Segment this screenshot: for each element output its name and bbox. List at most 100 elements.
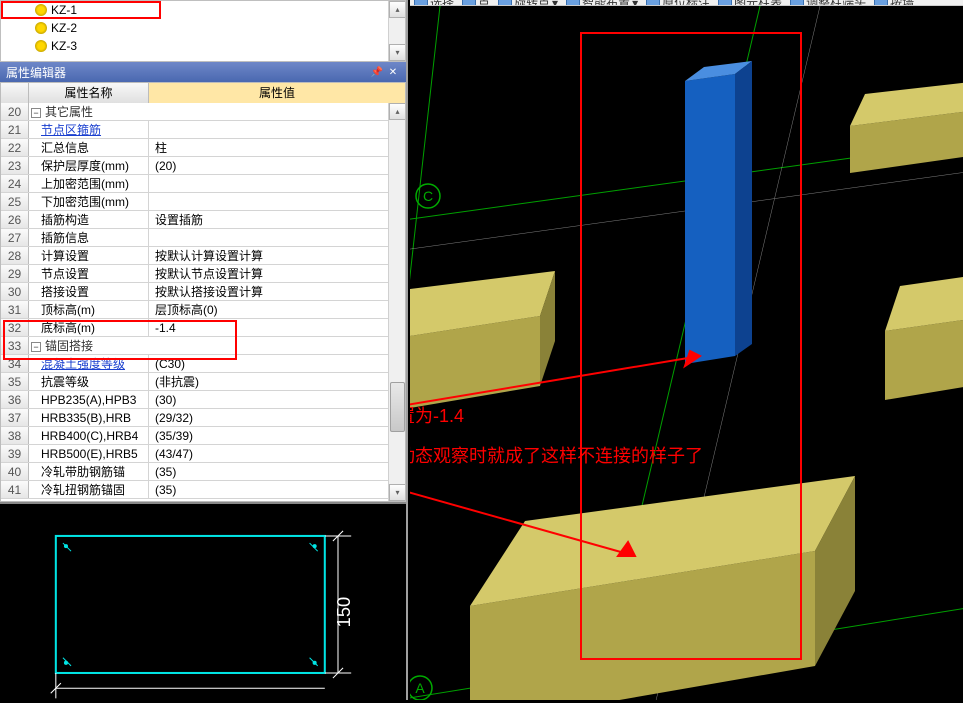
row-number: 24 (1, 175, 29, 192)
property-row[interactable]: 26插筋构造设置插筋 (1, 211, 405, 229)
foundation-block (410, 271, 555, 408)
property-value[interactable]: (43/47) (149, 445, 405, 462)
row-number: 35 (1, 373, 29, 390)
tree-item-kz1[interactable]: KZ-1 (1, 1, 405, 19)
property-name: 底标高(m) (29, 319, 149, 336)
property-value[interactable]: 柱 (149, 139, 405, 156)
row-number: 27 (1, 229, 29, 246)
property-row[interactable]: 31顶标高(m)层顶标高(0) (1, 301, 405, 319)
property-row[interactable]: 32底标高(m)-1.4 (1, 319, 405, 337)
row-number: 32 (1, 319, 29, 336)
foundation-block (850, 81, 963, 173)
axis-mark-c: C (423, 188, 433, 204)
property-row[interactable]: 29节点设置按默认节点设置计算 (1, 265, 405, 283)
property-value[interactable]: (非抗震) (149, 373, 405, 390)
row-number: 28 (1, 247, 29, 264)
property-name: HRB500(E),HRB5 (29, 445, 149, 462)
property-name: 汇总信息 (29, 139, 149, 156)
property-row[interactable]: 30搭接设置按默认搭接设置计算 (1, 283, 405, 301)
tree-scrollbar[interactable]: ▴ ▾ (388, 1, 405, 61)
property-row[interactable]: 28计算设置按默认计算设置计算 (1, 247, 405, 265)
property-name: 冷轧扭钢筋锚固 (29, 481, 149, 498)
collapse-icon[interactable]: − (31, 108, 41, 118)
property-row[interactable]: 27插筋信息 (1, 229, 405, 247)
row-number: 22 (1, 139, 29, 156)
property-value[interactable]: (35/39) (149, 427, 405, 444)
property-value[interactable]: (29/32) (149, 409, 405, 426)
scroll-down-button[interactable]: ▾ (389, 484, 406, 501)
property-editor-title: 属性编辑器 (6, 64, 66, 81)
collapse-icon[interactable]: − (31, 342, 41, 352)
property-name: 抗震等级 (29, 373, 149, 390)
row-number: 38 (1, 427, 29, 444)
3d-scene[interactable]: C A (410, 6, 963, 700)
scroll-thumb[interactable] (390, 382, 405, 432)
row-number: 20 (1, 103, 29, 120)
property-name: HPB235(A),HPB3 (29, 391, 149, 408)
axis-mark-a: A (415, 680, 425, 696)
row-number: 21 (1, 121, 29, 138)
property-value[interactable]: 层顶标高(0) (149, 301, 405, 318)
property-value[interactable]: -1.4 (149, 319, 405, 336)
left-panel: KZ-1 KZ-2 KZ-3 ▴ ▾ 属性编辑器 📌 ✕ 属性名称 属性值 20… (0, 0, 408, 700)
scroll-up-button[interactable]: ▴ (389, 103, 406, 120)
property-value[interactable]: (20) (149, 157, 405, 174)
property-value[interactable] (149, 229, 405, 246)
property-value[interactable]: (35) (149, 463, 405, 480)
property-name: 下加密范围(mm) (29, 193, 149, 210)
property-value[interactable]: (C30) (149, 355, 405, 372)
property-row[interactable]: 40冷轧带肋钢筋锚(35) (1, 463, 405, 481)
property-value[interactable]: (35) (149, 481, 405, 498)
property-name: 上加密范围(mm) (29, 175, 149, 192)
tree-label: KZ-3 (51, 39, 77, 53)
property-row[interactable]: 22汇总信息柱 (1, 139, 405, 157)
property-name: 混凝土强度等级 (29, 355, 149, 372)
property-name: 冷轧带肋钢筋锚 (29, 463, 149, 480)
property-value[interactable]: 按默认节点设置计算 (149, 265, 405, 282)
property-name: 顶标高(m) (29, 301, 149, 318)
pin-icon[interactable]: 📌 (370, 65, 384, 79)
property-row[interactable]: 25下加密范围(mm) (1, 193, 405, 211)
foundation-block (470, 476, 855, 700)
tree-item-kz3[interactable]: KZ-3 (1, 37, 405, 55)
property-value[interactable] (149, 193, 405, 210)
row-number: 33 (1, 337, 29, 354)
property-row[interactable]: 23保护层厚度(mm)(20) (1, 157, 405, 175)
property-value[interactable] (149, 121, 405, 138)
property-row[interactable]: 39HRB500(E),HRB5(43/47) (1, 445, 405, 463)
property-row[interactable]: 21节点区箍筋 (1, 121, 405, 139)
property-row[interactable]: 38HRB400(C),HRB4(35/39) (1, 427, 405, 445)
row-number: 39 (1, 445, 29, 462)
property-row[interactable]: 20−其它属性 (1, 103, 405, 121)
row-number: 40 (1, 463, 29, 480)
property-scrollbar[interactable]: ▴ ▾ (388, 103, 405, 501)
gear-icon (35, 40, 47, 52)
scroll-down-button[interactable]: ▾ (389, 44, 406, 61)
row-number: 23 (1, 157, 29, 174)
property-row[interactable]: 33−锚固搭接 (1, 337, 405, 355)
property-name: 保护层厚度(mm) (29, 157, 149, 174)
property-row[interactable]: 35抗震等级(非抗震) (1, 373, 405, 391)
property-name: 插筋构造 (29, 211, 149, 228)
property-name: 插筋信息 (29, 229, 149, 246)
property-value[interactable]: (30) (149, 391, 405, 408)
close-icon[interactable]: ✕ (386, 65, 400, 79)
property-value[interactable]: 按默认计算设置计算 (149, 247, 405, 264)
property-row[interactable]: 24上加密范围(mm) (1, 175, 405, 193)
property-row[interactable]: 37HRB335(B),HRB(29/32) (1, 409, 405, 427)
dimension-label: 150 (333, 597, 354, 627)
tree-label: KZ-1 (51, 3, 77, 17)
property-value[interactable] (149, 175, 405, 192)
property-row[interactable]: 41冷轧扭钢筋锚固(35) (1, 481, 405, 499)
property-value[interactable]: 按默认搭接设置计算 (149, 283, 405, 300)
property-row[interactable]: 36HPB235(A),HPB3(30) (1, 391, 405, 409)
section-preview: 150 (0, 502, 406, 700)
property-header: 属性名称 属性值 (1, 83, 405, 103)
property-row[interactable]: 34混凝土强度等级(C30) (1, 355, 405, 373)
tree-item-kz2[interactable]: KZ-2 (1, 19, 405, 37)
property-name: 节点区箍筋 (29, 121, 149, 138)
scroll-up-button[interactable]: ▴ (389, 1, 406, 18)
property-value[interactable]: 设置插筋 (149, 211, 405, 228)
row-number: 25 (1, 193, 29, 210)
3d-viewport[interactable]: 选择 点 旋转点▾ 智能布置▾ 原位标注 图元柱表 调整柱端头 按墙 C (410, 0, 963, 700)
